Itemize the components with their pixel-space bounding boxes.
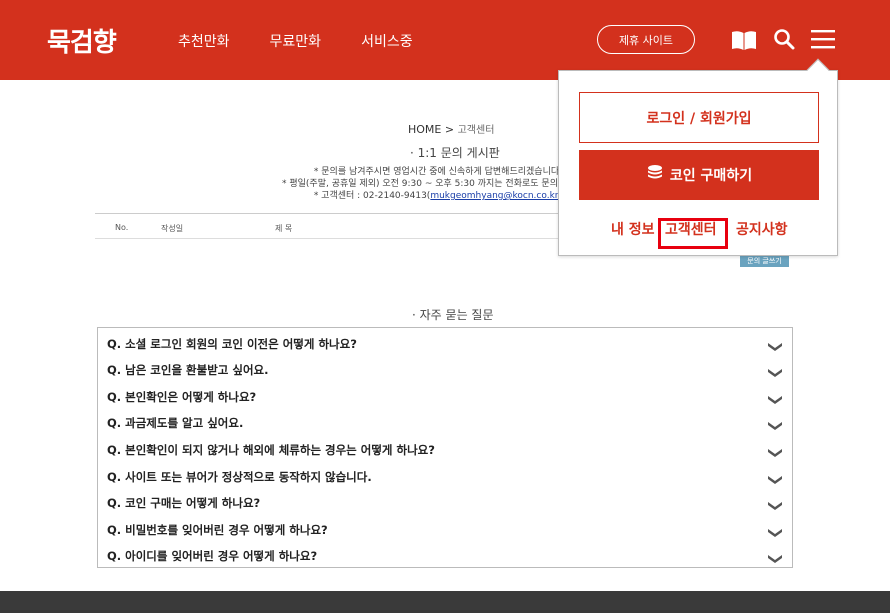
faq-question: Q. 과금제도를 알고 싶어요. [107, 416, 244, 430]
breadcrumb: HOME > 고객센터 [408, 121, 494, 136]
chevron-down-icon [767, 417, 783, 436]
support-email-link[interactable]: mukgeomhyang@kocn.co.kr [430, 191, 558, 201]
buy-coin-button[interactable]: 코인 구매하기 [579, 150, 819, 200]
faq-list: Q. 소셜 로그인 회원의 코인 이전은 어떻게 하나요? Q. 남은 코인을 … [97, 327, 793, 568]
customer-center-link[interactable]: 고객센터 [665, 219, 717, 239]
coin-stack-icon [646, 164, 664, 186]
breadcrumb-current: 고객센터 [457, 125, 495, 136]
column-subject: 제 목 [275, 224, 293, 233]
notice-line-3: * 고객센터 : 02-2140-9413(mukgeomhyang@kocn.… [282, 190, 562, 202]
column-no: No. [115, 223, 129, 232]
notice-line-2: * 평일(주말, 공휴일 제외) 오전 9:30 ~ 오후 5:30 까지는 전… [282, 179, 562, 189]
notice-line-1: * 문의를 남겨주시면 영업시간 중에 신속하게 답변해드리겠습니다. [313, 167, 562, 177]
faq-item[interactable]: Q. 본인확인이 되지 않거나 해외에 체류하는 경우는 어떻게 하나요? [107, 436, 783, 462]
faq-question: Q. 비밀번호를 잊어버린 경우 어떻게 하나요? [107, 523, 328, 537]
faq-question: Q. 사이트 또는 뷰어가 정상적으로 동작하지 않습니다. [107, 470, 372, 484]
dropdown-links: 내 정보 고객센터 공지사항 [559, 218, 839, 248]
faq-question: Q. 남은 코인을 환불받고 싶어요. [107, 363, 269, 377]
book-icon[interactable] [731, 30, 757, 55]
write-inquiry-button[interactable]: 문의 글쓰기 [740, 255, 789, 267]
chevron-down-icon [767, 471, 783, 490]
faq-question: Q. 본인확인은 어떻게 하나요? [107, 390, 257, 404]
support-phone-text: * 고객센터 : 02-2140-9413( [313, 191, 431, 201]
faq-item[interactable]: Q. 본인확인은 어떻게 하나요? [107, 383, 783, 409]
main-nav: 추천만화 무료만화 서비스중 [178, 31, 453, 51]
faq-question: Q. 소셜 로그인 회원의 코인 이전은 어떻게 하나요? [107, 337, 357, 351]
chevron-down-icon [767, 364, 783, 383]
faq-question: Q. 아이디를 잊어버린 경우 어떻게 하나요? [107, 549, 318, 563]
inquiry-table-header: No. 작성일 제 목 [95, 213, 565, 239]
search-icon[interactable] [773, 28, 795, 54]
breadcrumb-separator: > [441, 123, 458, 136]
faq-item[interactable]: Q. 소셜 로그인 회원의 코인 이전은 어떻게 하나요? [107, 330, 783, 356]
faq-title: · 자주 묻는 질문 [412, 308, 494, 322]
column-date: 작성일 [161, 224, 184, 233]
notice-link[interactable]: 공지사항 [736, 219, 788, 239]
partner-site-button[interactable]: 제휴 사이트 [597, 25, 695, 54]
chevron-down-icon [767, 444, 783, 463]
site-header: 묵검향 추천만화 무료만화 서비스중 제휴 사이트 [0, 0, 890, 80]
nav-item-recommended[interactable]: 추천만화 [178, 31, 230, 51]
site-footer [0, 591, 890, 613]
site-logo[interactable]: 묵검향 [47, 22, 117, 59]
nav-item-free[interactable]: 무료만화 [270, 31, 322, 51]
faq-item[interactable]: Q. 코인 구매는 어떻게 하나요? [107, 489, 783, 515]
chevron-down-icon [767, 550, 783, 569]
chevron-down-icon [767, 497, 783, 516]
faq-item[interactable]: Q. 비밀번호를 잊어버린 경우 어떻게 하나요? [107, 516, 783, 542]
faq-item[interactable]: Q. 과금제도를 알고 싶어요. [107, 409, 783, 435]
login-signup-button[interactable]: 로그인 / 회원가입 [579, 92, 819, 143]
my-info-link[interactable]: 내 정보 [611, 219, 655, 239]
faq-item[interactable]: Q. 남은 코인을 환불받고 싶어요. [107, 356, 783, 382]
faq-question: Q. 코인 구매는 어떻게 하나요? [107, 496, 261, 510]
faq-item[interactable]: Q. 아이디를 잊어버린 경우 어떻게 하나요? [107, 542, 783, 568]
inquiry-board-title: · 1:1 문의 게시판 [410, 146, 500, 160]
breadcrumb-home[interactable]: HOME [408, 123, 441, 136]
inquiry-notice: * 문의를 남겨주시면 영업시간 중에 신속하게 답변해드리겠습니다. * 평일… [282, 166, 562, 202]
hamburger-menu-icon[interactable] [811, 28, 835, 54]
faq-item[interactable]: Q. 사이트 또는 뷰어가 정상적으로 동작하지 않습니다. [107, 463, 783, 489]
user-menu-dropdown: 로그인 / 회원가입 코인 구매하기 내 정보 고객센터 공지사항 [558, 58, 839, 256]
chevron-down-icon [767, 338, 783, 357]
nav-item-serving[interactable]: 서비스중 [361, 31, 413, 51]
chevron-down-icon [767, 524, 783, 543]
buy-coin-label: 코인 구매하기 [669, 168, 753, 184]
faq-question: Q. 본인확인이 되지 않거나 해외에 체류하는 경우는 어떻게 하나요? [107, 443, 435, 457]
chevron-down-icon [767, 391, 783, 410]
